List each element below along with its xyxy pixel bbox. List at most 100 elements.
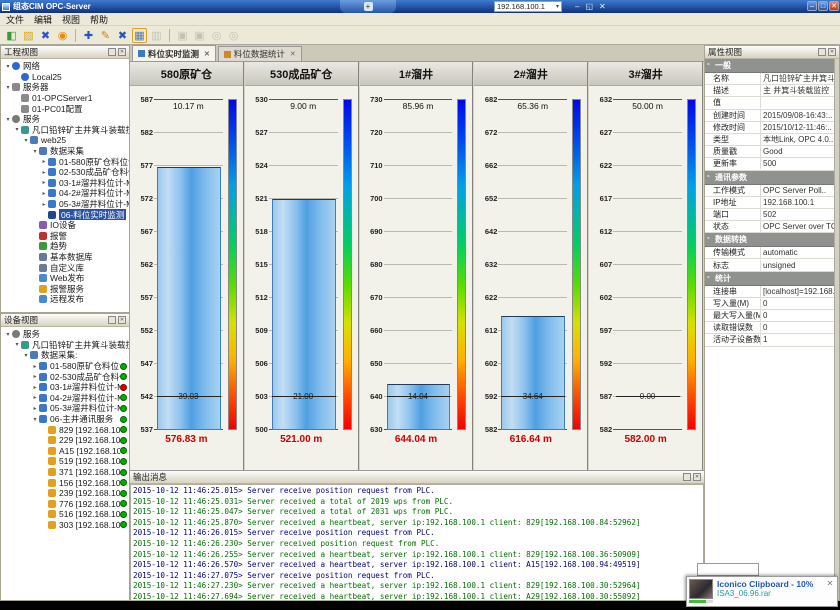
alarm-bell-icon[interactable]: ◉: [55, 28, 70, 43]
property-row[interactable]: 标志unsigned: [705, 259, 839, 271]
property-row[interactable]: 传输模式automatic: [705, 247, 839, 259]
property-row[interactable]: 类型本地Link, OPC 4.0..: [705, 134, 839, 146]
property-row[interactable]: 状态OPC Server over TCP: [705, 221, 839, 233]
collapse-arrow-icon[interactable]: ▸: [31, 405, 39, 412]
tree-item[interactable]: ▾数据采集: [1, 146, 129, 157]
connect-db-icon[interactable]: ◧: [4, 28, 19, 43]
tree-item[interactable]: 自定义库: [1, 262, 129, 273]
tree-item[interactable]: 519 [192.168.10..: [1, 456, 129, 467]
tree-item[interactable]: Web发布: [1, 273, 129, 284]
tree-item[interactable]: Local25: [1, 72, 129, 83]
tree-item[interactable]: ▸01-580原矿仓料位计-Mar: [1, 156, 129, 167]
expand-arrow-icon[interactable]: ▾: [13, 341, 21, 348]
property-row[interactable]: 最大写入量(M)0: [705, 310, 839, 322]
tree-item[interactable]: ▾凡口铅锌矿主井箕斗装载控-: [1, 340, 129, 351]
expand-arrow-icon[interactable]: ▾: [31, 416, 39, 423]
tree-item[interactable]: ▾服务: [1, 114, 129, 125]
panel-close-icon[interactable]: ✕: [693, 473, 701, 481]
tree-item[interactable]: ▾网络: [1, 61, 129, 72]
expand-arrow-icon[interactable]: ▾: [4, 116, 12, 123]
tab-close-icon[interactable]: ✕: [204, 50, 210, 58]
property-section-header[interactable]: 通讯参数: [705, 171, 839, 185]
expand-arrow-icon[interactable]: ▾: [22, 352, 30, 359]
tree-item[interactable]: ▾数据采集:: [1, 350, 129, 361]
notification-close-icon[interactable]: ✕: [825, 579, 835, 604]
tree-item[interactable]: 01-PC01配置: [1, 103, 129, 114]
tree-item[interactable]: 303 [192.168.10..: [1, 520, 129, 531]
property-row[interactable]: 描述主 井箕斗装载监控: [705, 85, 839, 97]
property-row[interactable]: 写入量(M)0: [705, 298, 839, 310]
property-row[interactable]: 更新率500: [705, 158, 839, 170]
collapse-arrow-icon[interactable]: ▸: [40, 169, 48, 176]
tab-close-icon[interactable]: ✕: [290, 50, 296, 58]
expand-arrow-icon[interactable]: ▾: [4, 331, 12, 338]
tree-item[interactable]: 776 [192.168.10..: [1, 499, 129, 510]
property-row[interactable]: IP地址192.168.100.1: [705, 197, 839, 209]
notification-subtitle[interactable]: ISA3_06.96.rar: [717, 589, 825, 598]
tree-item[interactable]: ▾web25: [1, 135, 129, 146]
collapse-arrow-icon[interactable]: ▸: [40, 158, 48, 165]
notification-popup[interactable]: Iconico Clipboard - 10% ISA3_06.96.rar ✕: [686, 576, 838, 607]
tab-料位实时监测[interactable]: 料位实时监测✕: [132, 45, 216, 61]
tree-item[interactable]: 远程发布: [1, 294, 129, 305]
inner-restore-icon[interactable]: ◱: [585, 2, 593, 11]
minimize-button[interactable]: –: [807, 1, 817, 11]
disconnect-icon[interactable]: ✖: [38, 28, 53, 43]
tree-item[interactable]: ▾凡口铅锌矿主井箕斗装载控制-: [1, 125, 129, 136]
property-row[interactable]: 连接串[localhost]=192.168..: [705, 286, 839, 298]
property-row[interactable]: 名称凡口铅锌矿主井箕斗装..: [705, 73, 839, 85]
menu-item-视图[interactable]: 视图: [62, 13, 80, 26]
tree-item[interactable]: ▸03-1#溜井料位计-Mar: [1, 178, 129, 189]
expand-arrow-icon[interactable]: ▾: [4, 84, 12, 91]
tree-item[interactable]: A15 [192.168.10..: [1, 446, 129, 457]
tree-item[interactable]: ▸04-2#溜井料位计-Ma: [1, 393, 129, 404]
open-project-icon[interactable]: ▨: [21, 28, 36, 43]
tree-item[interactable]: ▸05-3#溜井料位计-Mar: [1, 199, 129, 210]
property-row[interactable]: 值: [705, 97, 839, 109]
property-row[interactable]: 创建时间2015/09/08-16:43:..: [705, 110, 839, 122]
inner-close-icon[interactable]: ✕: [599, 2, 606, 11]
collapse-arrow-icon[interactable]: ▸: [31, 394, 39, 401]
property-section-header[interactable]: 统计: [705, 272, 839, 286]
expand-arrow-icon[interactable]: ▾: [31, 148, 39, 155]
address-box[interactable]: 192.168.100.1 ▾: [494, 1, 562, 12]
log-output[interactable]: 2015-10-12 11:46:25.015> Server receive …: [130, 484, 704, 601]
panel-close-icon[interactable]: ✕: [828, 48, 836, 56]
collapse-arrow-icon[interactable]: ▸: [40, 190, 48, 197]
tree-item[interactable]: ▾服务器: [1, 82, 129, 93]
collapse-arrow-icon[interactable]: ▸: [31, 384, 39, 391]
tree-item[interactable]: 829 [192.168.10..: [1, 424, 129, 435]
property-row[interactable]: 质量戳Good: [705, 146, 839, 158]
properties-scrollbar[interactable]: [834, 59, 839, 600]
menu-item-编辑[interactable]: 编辑: [34, 13, 52, 26]
new-tab-icon[interactable]: +: [364, 2, 373, 11]
close-button[interactable]: ✕: [829, 1, 839, 11]
collapse-arrow-icon[interactable]: ▸: [31, 363, 39, 370]
property-row[interactable]: 端口502: [705, 209, 839, 221]
panel-close-icon[interactable]: ✕: [118, 316, 126, 324]
tree-item[interactable]: ▾服务: [1, 329, 129, 340]
tree-item[interactable]: 371 [192.168.10..: [1, 467, 129, 478]
tree-item[interactable]: 趋势: [1, 241, 129, 252]
tree-item[interactable]: ▸05-3#溜井料位计-Ma: [1, 403, 129, 414]
tree-item[interactable]: ▸04-2#溜井料位计-Mar: [1, 188, 129, 199]
tree-item[interactable]: ▸02-530成品矿仓料位计: [1, 371, 129, 382]
expand-arrow-icon[interactable]: ▾: [4, 63, 12, 70]
tree-item[interactable]: 239 [192.168.10..: [1, 488, 129, 499]
notification-title[interactable]: Iconico Clipboard - 10%: [717, 579, 825, 589]
list-view-icon[interactable]: ▦: [132, 28, 147, 43]
tree-item[interactable]: IO设备: [1, 220, 129, 231]
menu-item-帮助[interactable]: 帮助: [90, 13, 108, 26]
panel-float-icon[interactable]: [818, 48, 826, 56]
inner-minimize-icon[interactable]: –: [575, 2, 579, 11]
add-item-icon[interactable]: ✚: [81, 28, 96, 43]
tree-item[interactable]: ▸03-1#溜井料位计-Ma: [1, 382, 129, 393]
tree-item[interactable]: 报警服务: [1, 283, 129, 294]
panel-close-icon[interactable]: ✕: [118, 48, 126, 56]
tree-item[interactable]: 报警: [1, 231, 129, 242]
expand-arrow-icon[interactable]: ▾: [22, 137, 30, 144]
panel-float-icon[interactable]: [683, 473, 691, 481]
tree-item[interactable]: 156 [192.168.10..: [1, 477, 129, 488]
tree-item[interactable]: ▸01-580原矿仓料位计-Ma: [1, 361, 129, 372]
tree-item[interactable]: 516 [192.168.10..: [1, 509, 129, 520]
